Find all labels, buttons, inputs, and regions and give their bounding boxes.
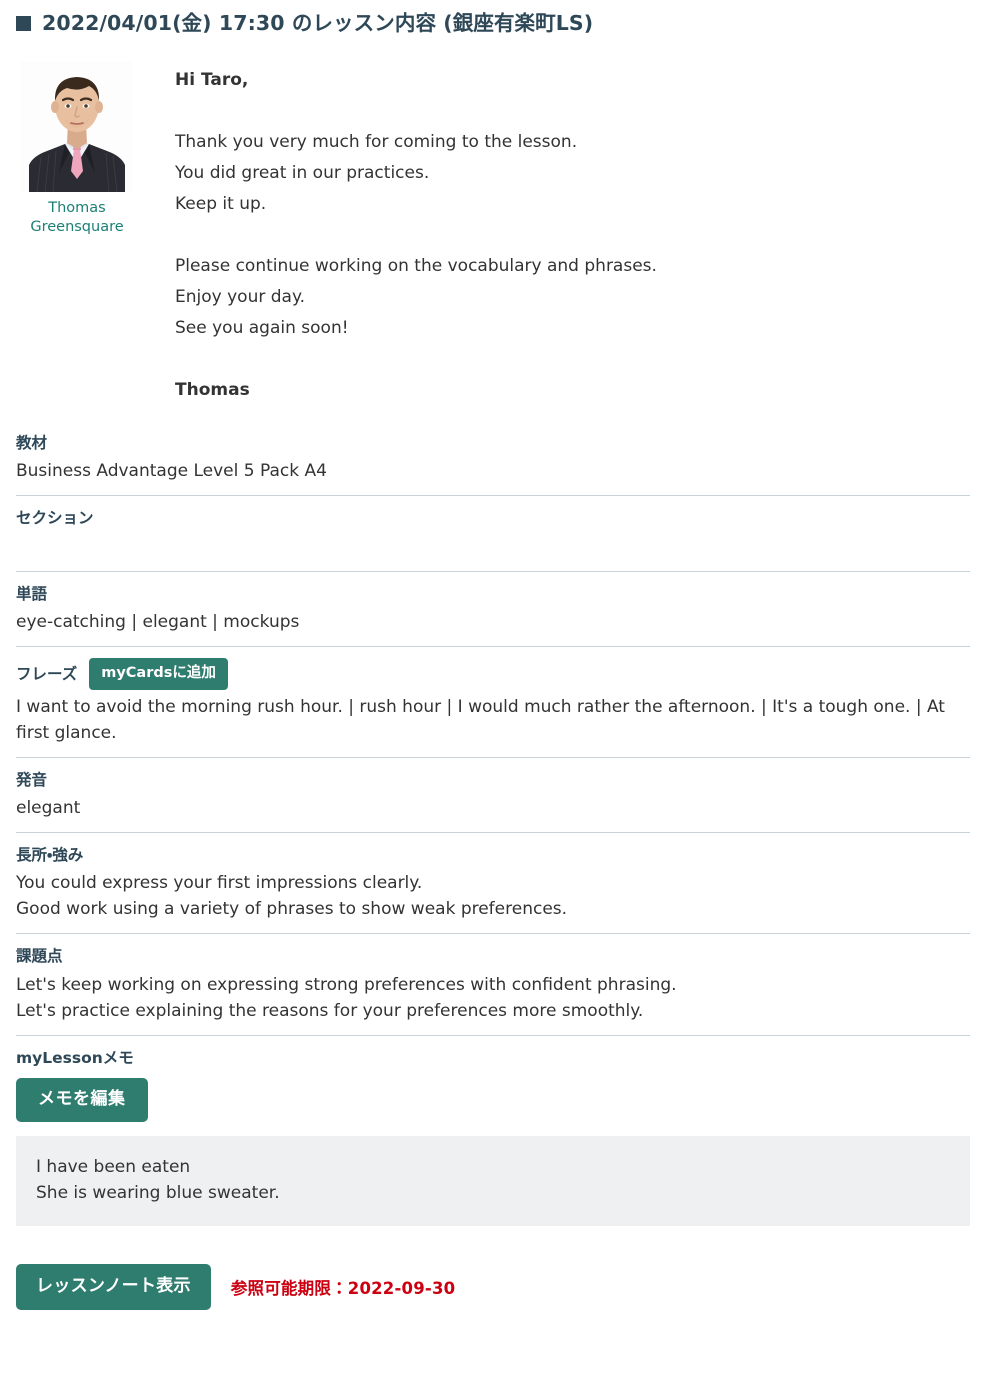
detail-row-strengths: 長所・強み You could express your first impre… (16, 832, 970, 933)
message-line-2: You did great in our practices. (175, 162, 430, 183)
message-spacer-3 (175, 344, 970, 375)
pronunciation-value: elegant (16, 798, 81, 818)
filled-square-icon (16, 16, 31, 32)
page-title: 2022/04/01(金) 17:30 のレッスン内容 (銀座有楽町LS) (42, 11, 594, 35)
detail-row-phrases: フレーズ myCardsに追加 I want to avoid the morn… (16, 646, 970, 757)
challenges-value: Let's keep working on expressing strong … (16, 974, 677, 1021)
detail-row-material: 教材 Business Advantage Level 5 Pack A4 (16, 432, 970, 495)
message-greeting: Hi Taro, (175, 69, 249, 90)
detail-row-pronunciation: 発音 elegant (16, 756, 970, 832)
teacher-name-link[interactable]: Thomas Greensquare (16, 199, 138, 238)
memo-button-wrap: メモを編集 (16, 1078, 970, 1123)
message-signature: Thomas (175, 379, 250, 400)
material-value: Business Advantage Level 5 Pack A4 (16, 461, 327, 482)
detail-row-memo: myLessonメモ メモを編集 I have been eaten She i… (16, 1034, 970, 1227)
lesson-detail-page: 2022/04/01(金) 17:30 のレッスン内容 (銀座有楽町LS) Th… (0, 0, 986, 1338)
message-line-4: Please continue working on the vocabular… (175, 255, 657, 276)
message-line-6: See you again soon! (175, 317, 349, 338)
message-spacer-2 (175, 220, 970, 251)
memo-content: I have been eaten She is wearing blue sw… (16, 1136, 970, 1227)
phrases-value: I want to avoid the morning rush hour. |… (16, 696, 945, 743)
page-header: 2022/04/01(金) 17:30 のレッスン内容 (銀座有楽町LS) (0, 0, 986, 43)
message-line-5: Enjoy your day. (175, 286, 305, 307)
message-body: Hi Taro, Thank you very much for coming … (138, 59, 970, 406)
teacher-column: Thomas Greensquare (16, 59, 138, 238)
material-label: 教材 (16, 433, 48, 452)
message-line-1: Thank you very much for coming to the le… (175, 131, 578, 152)
phrases-label: フレーズ (16, 664, 78, 683)
show-lesson-note-button[interactable]: レッスンノート表示 (16, 1264, 211, 1311)
detail-row-section: セクション (16, 495, 970, 570)
strengths-value: You could express your first impressions… (16, 873, 568, 920)
vocabulary-label: 単語 (16, 584, 48, 603)
message-line-3: Keep it up. (175, 193, 267, 214)
section-value (16, 534, 970, 560)
add-to-mycards-button[interactable]: myCardsに追加 (89, 658, 228, 690)
detail-row-vocabulary: 単語 eye-catching | elegant | mockups (16, 570, 970, 646)
pronunciation-label: 発音 (16, 770, 48, 789)
lesson-details: 教材 Business Advantage Level 5 Pack A4 セク… (0, 432, 986, 1227)
expiry-text: 参照可能期限：2022-09-30 (230, 1279, 456, 1299)
edit-memo-button[interactable]: メモを編集 (16, 1078, 148, 1123)
footer-bar: レッスンノート表示 参照可能期限：2022-09-30 (0, 1226, 986, 1338)
section-label: セクション (16, 509, 94, 528)
vocabulary-value: eye-catching | elegant | mockups (16, 612, 300, 633)
teacher-message-block: Thomas Greensquare Hi Taro, Thank you ve… (0, 43, 986, 406)
phrases-label-wrap: フレーズ myCardsに追加 (16, 658, 970, 690)
avatar (21, 60, 133, 192)
teacher-photo (21, 60, 133, 192)
strengths-label: 長所・強み (16, 846, 84, 864)
detail-row-challenges: 課題点 Let's keep working on expressing str… (16, 933, 970, 1034)
challenges-label: 課題点 (16, 947, 63, 966)
memo-label: myLessonメモ (16, 1048, 134, 1067)
